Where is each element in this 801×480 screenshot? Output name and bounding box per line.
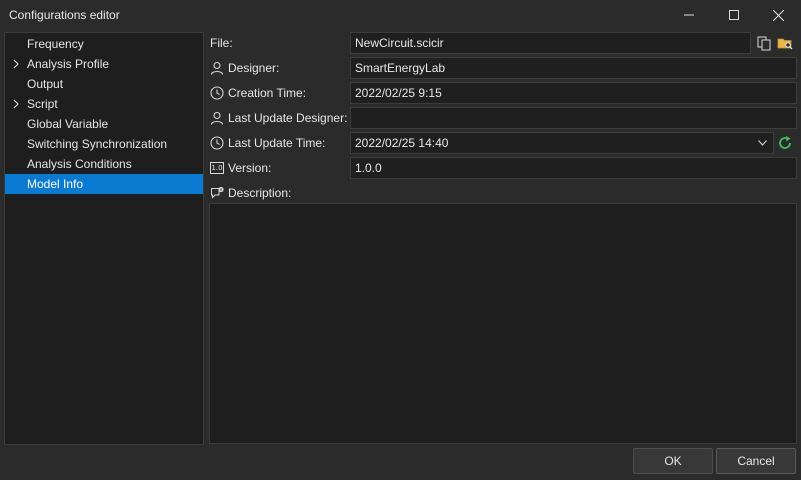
tree-item-model-info[interactable]: Model Info bbox=[5, 174, 203, 194]
clock-icon bbox=[210, 86, 224, 100]
tree-item-script[interactable]: Script bbox=[5, 94, 203, 114]
user-icon bbox=[210, 61, 224, 75]
tree-item-switching-synchronization[interactable]: Switching Synchronization bbox=[5, 134, 203, 154]
creation-time-label: Creation Time: bbox=[210, 83, 306, 103]
designer-label: Designer: bbox=[210, 58, 279, 78]
last-update-designer-field[interactable] bbox=[350, 107, 797, 129]
file-label: File: bbox=[210, 36, 233, 50]
tree-item-label: Frequency bbox=[27, 37, 84, 51]
last-update-time-value: 2022/02/25 14:40 bbox=[355, 136, 449, 150]
open-folder-button[interactable] bbox=[777, 35, 793, 51]
chevron-down-icon[interactable] bbox=[758, 140, 767, 146]
comment-info-icon bbox=[210, 186, 224, 200]
tree-item-label: Analysis Profile bbox=[27, 57, 110, 71]
refresh-time-button[interactable] bbox=[777, 135, 793, 151]
minimize-button[interactable] bbox=[666, 0, 712, 30]
tree-item-output[interactable]: Output bbox=[5, 74, 203, 94]
chevron-right-icon[interactable] bbox=[11, 99, 21, 109]
version-icon: 1.0 bbox=[210, 162, 224, 174]
config-tree: Frequency Analysis Profile Output Script… bbox=[4, 32, 204, 445]
last-update-time-select[interactable]: 2022/02/25 14:40 bbox=[350, 132, 774, 154]
description-textarea[interactable] bbox=[209, 203, 797, 444]
tree-item-analysis-conditions[interactable]: Analysis Conditions bbox=[5, 154, 203, 174]
user-icon bbox=[210, 111, 224, 125]
close-button[interactable] bbox=[755, 0, 801, 30]
copy-path-button[interactable] bbox=[756, 35, 772, 51]
last-update-time-label: Last Update Time: bbox=[210, 133, 325, 153]
tree-item-label: Output bbox=[27, 77, 64, 91]
refresh-icon bbox=[779, 136, 791, 149]
tree-item-label: Switching Synchronization bbox=[27, 137, 168, 151]
version-field[interactable]: 1.0.0 bbox=[350, 157, 797, 179]
tree-item-frequency[interactable]: Frequency bbox=[5, 34, 203, 54]
tree-item-label: Model Info bbox=[27, 177, 84, 191]
clock-icon bbox=[210, 136, 224, 150]
file-field[interactable]: NewCircuit.scicir bbox=[350, 32, 751, 54]
title-bar: Configurations editor bbox=[0, 0, 801, 30]
window-title: Configurations editor bbox=[9, 8, 120, 22]
maximize-icon bbox=[729, 10, 739, 20]
version-label: 1.0 Version: bbox=[210, 161, 272, 175]
tree-item-label: Analysis Conditions bbox=[27, 157, 132, 171]
last-update-designer-label: Last Update Designer: bbox=[210, 108, 347, 128]
cancel-button[interactable]: Cancel bbox=[716, 448, 796, 474]
description-label: Description: bbox=[210, 183, 291, 203]
minimize-icon bbox=[684, 14, 694, 16]
copy-icon bbox=[757, 36, 771, 51]
tree-item-label: Script bbox=[27, 97, 58, 111]
folder-search-icon bbox=[777, 38, 793, 50]
designer-field[interactable]: SmartEnergyLab bbox=[350, 57, 797, 79]
maximize-button[interactable] bbox=[711, 0, 757, 30]
tree-item-analysis-profile[interactable]: Analysis Profile bbox=[5, 54, 203, 74]
close-icon bbox=[772, 9, 784, 21]
tree-item-global-variable[interactable]: Global Variable bbox=[5, 114, 203, 134]
chevron-right-icon[interactable] bbox=[11, 59, 21, 69]
creation-time-field[interactable]: 2022/02/25 9:15 bbox=[350, 82, 797, 104]
ok-button[interactable]: OK bbox=[633, 448, 713, 474]
tree-item-label: Global Variable bbox=[27, 117, 109, 131]
